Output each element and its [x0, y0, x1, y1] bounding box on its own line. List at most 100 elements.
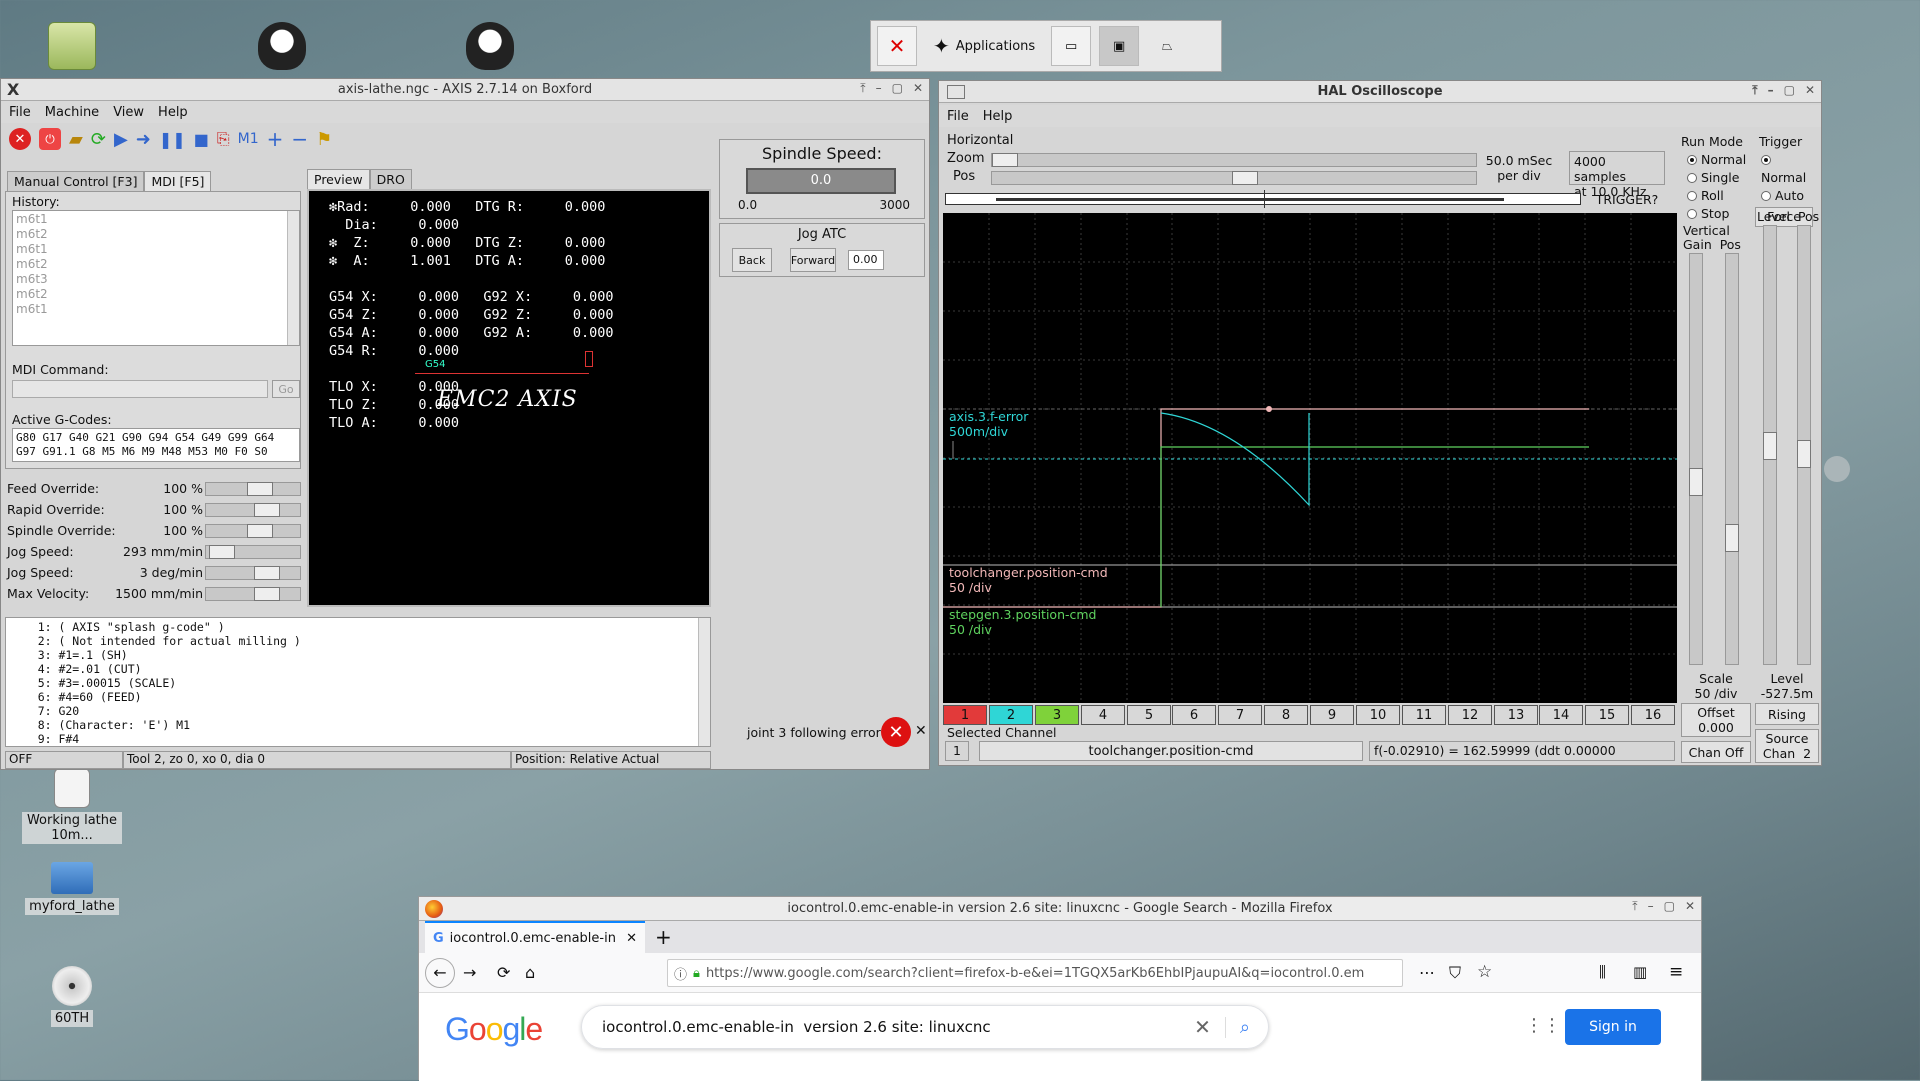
tab-manual-control[interactable]: Manual Control [F3] — [7, 171, 145, 191]
close-tab-icon[interactable]: ✕ — [626, 931, 637, 946]
trigger-pos-slider[interactable] — [1797, 225, 1811, 665]
channel-button-2[interactable]: 2 — [989, 705, 1033, 725]
pos-slider-thumb[interactable] — [1232, 171, 1258, 185]
history-item[interactable]: m6t2 — [16, 257, 296, 272]
history-item[interactable]: m6t2 — [16, 287, 296, 302]
reload-icon[interactable]: ⟳ — [91, 129, 106, 150]
gcode-listing[interactable]: 1: ( AXIS "splash g-code" ) 2: ( Not int… — [5, 617, 711, 747]
search-box[interactable]: iocontrol.0.emc-enable-in version 2.6 si… — [581, 1005, 1269, 1049]
channel-button-13[interactable]: 13 — [1494, 705, 1538, 725]
channel-button-1[interactable]: 1 — [943, 705, 987, 725]
estop-icon[interactable]: ✕ — [9, 128, 31, 150]
scope-titlebar[interactable]: HAL Oscilloscope ⤒ – ▢ ✕ — [939, 81, 1821, 103]
open-file-icon[interactable]: ▰ — [69, 129, 83, 150]
override-slider-thumb[interactable] — [247, 524, 273, 538]
search-icon[interactable]: ⌕ — [1224, 1016, 1268, 1038]
maximize-icon[interactable]: ▢ — [1664, 899, 1675, 914]
window-launcher-button[interactable]: ▣ — [1099, 26, 1140, 66]
run-radio-stop[interactable]: Stop — [1681, 205, 1753, 223]
override-slider[interactable] — [205, 482, 301, 496]
close-icon[interactable]: ✕ — [1685, 899, 1695, 914]
override-slider[interactable] — [205, 503, 301, 517]
tab-preview[interactable]: Preview — [307, 169, 370, 189]
new-tab-icon[interactable]: + — [655, 925, 672, 949]
trigger-radio-normal[interactable]: Normal — [1755, 151, 1819, 187]
close-panel-button[interactable]: ✕ — [877, 26, 917, 66]
desktop-icon-working-lathe[interactable]: Working lathe 10m... — [22, 768, 122, 844]
channel-button-16[interactable]: 16 — [1631, 705, 1675, 725]
gcode-scrollbar[interactable] — [698, 618, 710, 746]
library-icon[interactable]: ⫼ — [1599, 963, 1606, 981]
override-slider-thumb[interactable] — [254, 503, 280, 517]
back-button[interactable]: Back — [732, 248, 772, 272]
desktop-icon-60th[interactable]: 60TH — [22, 966, 122, 1027]
step-icon[interactable]: ➜ — [136, 129, 151, 150]
desktop-icon-trash[interactable] — [22, 22, 122, 74]
history-item[interactable]: m6t2 — [16, 227, 296, 242]
offset-button[interactable]: Offset 0.000 — [1681, 703, 1751, 737]
info-icon[interactable]: ⓘ — [674, 964, 687, 983]
menu-help[interactable]: Help — [983, 109, 1013, 124]
desktop-icon-penguin-1[interactable] — [232, 22, 332, 74]
shade-icon[interactable]: ⤒ — [860, 81, 865, 96]
hamburger-menu-icon[interactable]: ≡ — [1669, 962, 1683, 982]
channel-button-15[interactable]: 15 — [1585, 705, 1629, 725]
page-actions-icon[interactable]: ⋯ — [1419, 963, 1435, 982]
minimize-icon[interactable]: – — [1768, 83, 1774, 98]
override-slider[interactable] — [205, 587, 301, 601]
channel-button-7[interactable]: 7 — [1218, 705, 1262, 725]
run-radio-roll[interactable]: Roll — [1681, 187, 1753, 205]
desktop-icon-myford-lathe[interactable]: myford_lathe — [22, 862, 122, 915]
dismiss-error-icon[interactable]: ✕ — [915, 723, 927, 739]
search-input[interactable]: iocontrol.0.emc-enable-in version 2.6 si… — [602, 1018, 1180, 1036]
tab-mdi[interactable]: MDI [F5] — [144, 171, 212, 191]
trigger-level-slider[interactable] — [1763, 225, 1777, 665]
channel-button-4[interactable]: 4 — [1081, 705, 1125, 725]
menu-file[interactable]: File — [947, 109, 969, 124]
rising-button[interactable]: Rising — [1755, 703, 1819, 725]
history-item[interactable]: m6t1 — [16, 242, 296, 257]
preview-canvas[interactable]: ❇Rad: 0.000 DTG R: 0.000 Dia: 0.000 ❇ Z: … — [307, 189, 711, 607]
vertical-pos-slider[interactable] — [1725, 253, 1739, 665]
chan-off-button[interactable]: Chan Off — [1681, 741, 1751, 763]
applications-menu-button[interactable]: ✦ Applications — [925, 26, 1043, 66]
block-delete-icon[interactable]: ⎘ — [217, 129, 230, 149]
bookmark-star-icon[interactable]: ☆ — [1477, 962, 1492, 982]
mdi-command-input[interactable] — [12, 380, 268, 398]
pause-icon[interactable]: ❚❚ — [159, 130, 186, 149]
channel-button-11[interactable]: 11 — [1402, 705, 1446, 725]
history-item[interactable]: m6t1 — [16, 302, 296, 317]
power-icon[interactable]: ⏻ — [39, 128, 61, 150]
sign-in-button[interactable]: Sign in — [1565, 1009, 1661, 1045]
clear-search-icon[interactable]: ✕ — [1180, 1015, 1225, 1039]
zoom-slider-thumb[interactable] — [992, 153, 1018, 167]
browser-tab[interactable]: G iocontrol.0.emc-enable-in ✕ — [425, 921, 645, 953]
run-radio-normal[interactable]: Normal — [1681, 151, 1753, 169]
jog-atc-spinbox[interactable]: 0.00 — [848, 250, 884, 270]
maximize-icon[interactable]: ▢ — [892, 81, 903, 96]
axis-titlebar[interactable]: X axis-lathe.ngc - AXIS 2.7.14 on Boxfor… — [1, 79, 929, 101]
override-slider-thumb[interactable] — [254, 566, 280, 580]
forward-button[interactable]: Forward — [790, 248, 836, 272]
channel-button-10[interactable]: 10 — [1356, 705, 1400, 725]
stop-icon[interactable]: ■ — [194, 130, 209, 149]
history-item[interactable]: m6t1 — [16, 212, 296, 227]
minimize-icon[interactable]: – — [1648, 899, 1654, 914]
drive-launcher-button[interactable]: ▭ — [1051, 26, 1092, 66]
shade-icon[interactable]: ⤒ — [1752, 83, 1757, 98]
url-bar[interactable]: ⓘ 🔒︎ https://www.google.com/search?clien… — [667, 959, 1403, 987]
zoom-out-icon[interactable]: − — [291, 127, 308, 151]
minimize-icon[interactable]: – — [876, 81, 882, 96]
sidebar-icon[interactable]: ▥ — [1633, 963, 1647, 981]
apps-grid-icon[interactable]: ⋮⋮ — [1525, 1015, 1561, 1036]
run-radio-single[interactable]: Single — [1681, 169, 1753, 187]
history-item[interactable]: m6t3 — [16, 272, 296, 287]
vertical-gain-slider[interactable] — [1689, 253, 1703, 665]
channel-button-9[interactable]: 9 — [1310, 705, 1354, 725]
override-slider[interactable] — [205, 545, 301, 559]
pos-slider[interactable] — [991, 171, 1477, 185]
history-scrollbar[interactable] — [287, 211, 299, 345]
tab-dro[interactable]: DRO — [369, 169, 412, 189]
window-menu-icon[interactable] — [947, 84, 965, 99]
zoom-slider[interactable] — [991, 153, 1477, 167]
